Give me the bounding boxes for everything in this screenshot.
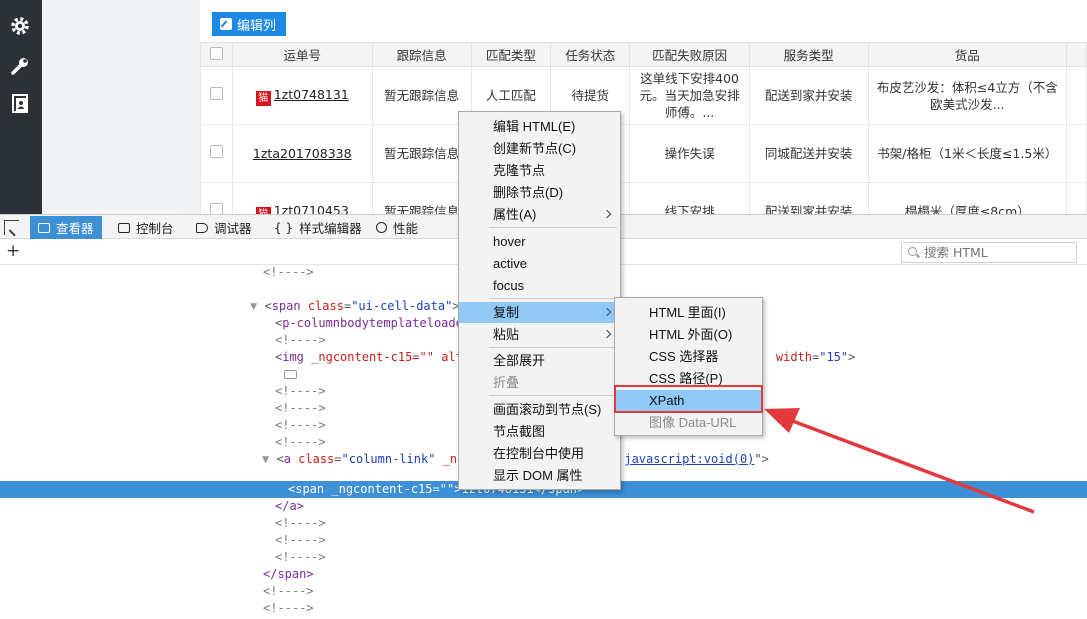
annotation-arrow bbox=[764, 408, 1035, 514]
